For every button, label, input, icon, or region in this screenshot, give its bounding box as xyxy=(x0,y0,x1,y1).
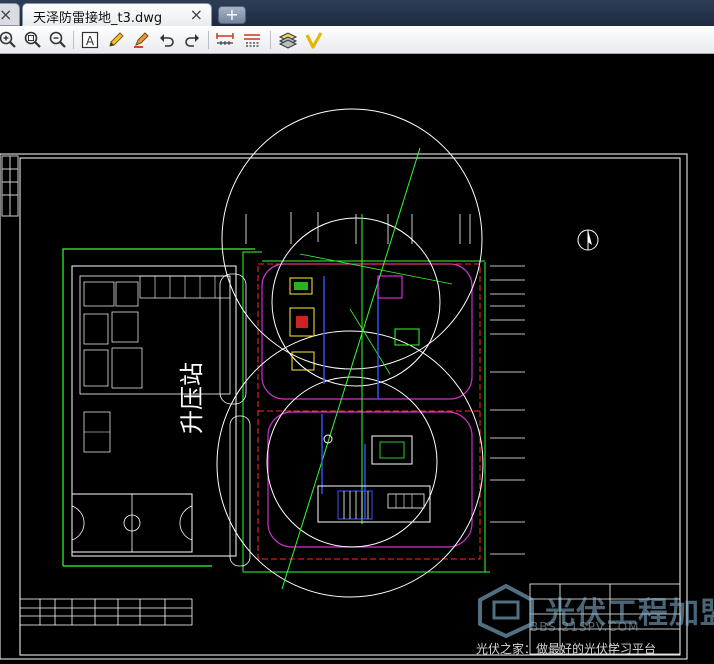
road-lower xyxy=(267,411,473,548)
tab-bar: × 天泽防雷接地_t3.dwg × + xyxy=(0,0,714,26)
right-annotations xyxy=(490,265,525,555)
station-label: 升压站 xyxy=(178,362,206,434)
tab-title: 天泽防雷接地_t3.dwg xyxy=(33,11,163,26)
highlighter-icon[interactable] xyxy=(131,30,151,50)
watermark-logo-icon xyxy=(478,584,534,638)
grounding-line-1 xyxy=(281,147,421,590)
watermark-slogan: 光伏之家：做最好的光伏学习平台 xyxy=(476,642,657,656)
cad-drawing: 升压站 xyxy=(0,108,688,660)
layers-icon[interactable] xyxy=(278,30,298,50)
transformer xyxy=(371,435,413,465)
legend-table xyxy=(19,598,193,626)
switchgear-room xyxy=(317,485,431,523)
text-icon[interactable]: A xyxy=(80,30,100,50)
site-fence-left xyxy=(62,248,255,566)
redo-icon[interactable] xyxy=(182,30,202,50)
protection-circle-1 xyxy=(221,108,483,370)
drawing-canvas[interactable]: 升压站 xyxy=(0,54,714,664)
building-outline xyxy=(71,265,237,557)
zoom-out-icon[interactable] xyxy=(48,30,68,50)
toolbar-separator xyxy=(73,31,74,49)
undo-icon[interactable] xyxy=(157,30,177,50)
new-tab-button[interactable]: + xyxy=(218,6,246,24)
toolbar-separator xyxy=(270,31,271,49)
svg-text:A: A xyxy=(86,34,95,48)
toolbar-separator xyxy=(208,31,209,49)
watermark-url: BBS.21SPV.COM xyxy=(530,620,640,634)
tab-previous[interactable]: × xyxy=(0,3,20,26)
measure-area-icon[interactable] xyxy=(242,30,262,50)
zoom-window-icon[interactable] xyxy=(23,30,43,50)
close-tab-icon[interactable]: × xyxy=(190,5,203,24)
measure-icon[interactable] xyxy=(215,30,235,50)
sheet-border-outer xyxy=(0,153,688,660)
tab-previous-close-icon[interactable]: × xyxy=(0,5,12,24)
pencil-icon[interactable] xyxy=(106,30,126,50)
toolbar: A xyxy=(0,26,714,54)
check-icon[interactable] xyxy=(304,30,324,50)
tab-active-document[interactable]: 天泽防雷接地_t3.dwg × xyxy=(22,3,212,26)
zoom-in-icon[interactable] xyxy=(0,30,18,50)
top-dimension-marks xyxy=(245,212,471,244)
